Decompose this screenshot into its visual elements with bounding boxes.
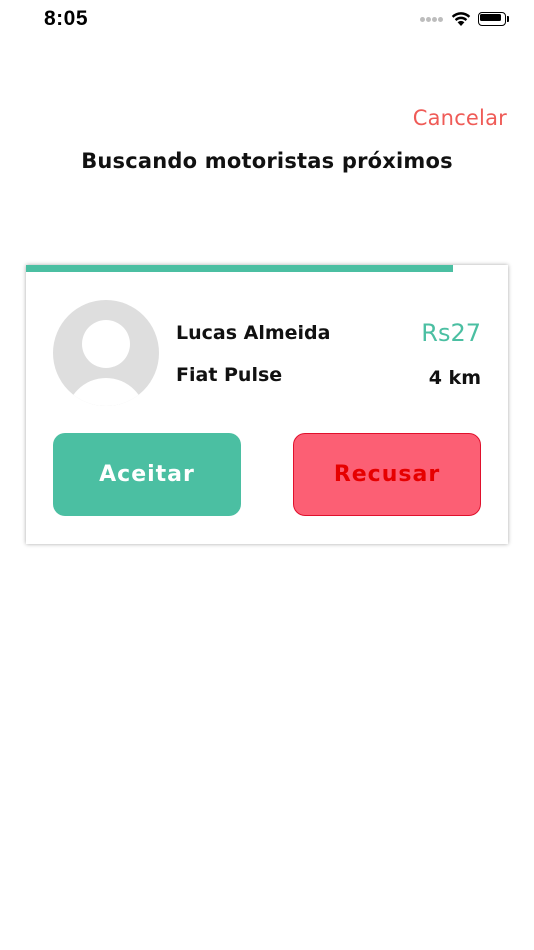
driver-name: Lucas Almeida [176, 322, 331, 344]
user-placeholder-icon [82, 320, 130, 368]
status-time: 8:05 [44, 7, 89, 30]
page-title: Buscando motoristas próximos [81, 149, 453, 173]
battery-icon [478, 12, 512, 28]
car-model: Fiat Pulse [176, 364, 283, 386]
status-bar: 8:05 [0, 0, 534, 40]
cancel-button[interactable]: Cancelar [413, 106, 507, 130]
decline-button[interactable]: Recusar [293, 433, 481, 516]
accept-button[interactable]: Aceitar [53, 433, 241, 516]
cellular-signal-icon [420, 17, 446, 23]
search-progress-fill [26, 265, 453, 272]
driver-distance: 4 km [428, 367, 481, 389]
avatar [53, 300, 159, 406]
wifi-icon [451, 12, 471, 26]
search-progress-bar [26, 265, 508, 272]
ride-price: Rs27 [421, 319, 481, 347]
driver-offer-card: Lucas Almeida Fiat Pulse Rs27 4 km Aceit… [26, 265, 508, 544]
